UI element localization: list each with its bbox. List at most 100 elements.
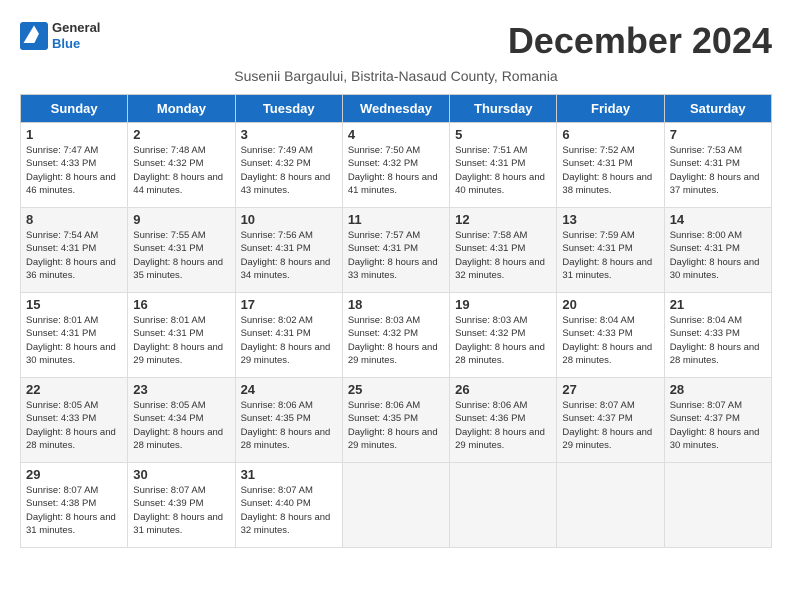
calendar-cell-22: 22 Sunrise: 8:05 AM Sunset: 4:33 PM Dayl… bbox=[21, 378, 128, 463]
day-number: 12 bbox=[455, 212, 551, 227]
day-info: Sunrise: 7:59 AM Sunset: 4:31 PM Dayligh… bbox=[562, 229, 658, 282]
week-row-3: 15 Sunrise: 8:01 AM Sunset: 4:31 PM Dayl… bbox=[21, 293, 772, 378]
day-number: 21 bbox=[670, 297, 766, 312]
day-info: Sunrise: 7:52 AM Sunset: 4:31 PM Dayligh… bbox=[562, 144, 658, 197]
day-number: 28 bbox=[670, 382, 766, 397]
day-number: 23 bbox=[133, 382, 229, 397]
header-tuesday: Tuesday bbox=[235, 95, 342, 123]
logo-icon bbox=[20, 22, 48, 50]
calendar-cell-19: 19 Sunrise: 8:03 AM Sunset: 4:32 PM Dayl… bbox=[450, 293, 557, 378]
logo-text: General Blue bbox=[52, 20, 100, 51]
calendar-cell-25: 25 Sunrise: 8:06 AM Sunset: 4:35 PM Dayl… bbox=[342, 378, 449, 463]
day-number: 24 bbox=[241, 382, 337, 397]
day-number: 19 bbox=[455, 297, 551, 312]
day-number: 6 bbox=[562, 127, 658, 142]
month-title: December 2024 bbox=[508, 20, 772, 62]
day-number: 27 bbox=[562, 382, 658, 397]
day-info: Sunrise: 8:06 AM Sunset: 4:35 PM Dayligh… bbox=[348, 399, 444, 452]
calendar-cell-empty bbox=[450, 463, 557, 548]
day-info: Sunrise: 8:01 AM Sunset: 4:31 PM Dayligh… bbox=[26, 314, 122, 367]
day-info: Sunrise: 8:05 AM Sunset: 4:34 PM Dayligh… bbox=[133, 399, 229, 452]
calendar-cell-9: 9 Sunrise: 7:55 AM Sunset: 4:31 PM Dayli… bbox=[128, 208, 235, 293]
calendar-cell-2: 2 Sunrise: 7:48 AM Sunset: 4:32 PM Dayli… bbox=[128, 123, 235, 208]
day-number: 25 bbox=[348, 382, 444, 397]
day-info: Sunrise: 8:05 AM Sunset: 4:33 PM Dayligh… bbox=[26, 399, 122, 452]
day-number: 17 bbox=[241, 297, 337, 312]
calendar-cell-8: 8 Sunrise: 7:54 AM Sunset: 4:31 PM Dayli… bbox=[21, 208, 128, 293]
day-number: 1 bbox=[26, 127, 122, 142]
day-info: Sunrise: 8:03 AM Sunset: 4:32 PM Dayligh… bbox=[348, 314, 444, 367]
day-info: Sunrise: 8:06 AM Sunset: 4:36 PM Dayligh… bbox=[455, 399, 551, 452]
calendar-cell-15: 15 Sunrise: 8:01 AM Sunset: 4:31 PM Dayl… bbox=[21, 293, 128, 378]
day-info: Sunrise: 8:02 AM Sunset: 4:31 PM Dayligh… bbox=[241, 314, 337, 367]
day-info: Sunrise: 7:55 AM Sunset: 4:31 PM Dayligh… bbox=[133, 229, 229, 282]
day-number: 11 bbox=[348, 212, 444, 227]
day-number: 16 bbox=[133, 297, 229, 312]
calendar-cell-23: 23 Sunrise: 8:05 AM Sunset: 4:34 PM Dayl… bbox=[128, 378, 235, 463]
calendar-cell-21: 21 Sunrise: 8:04 AM Sunset: 4:33 PM Dayl… bbox=[664, 293, 771, 378]
day-info: Sunrise: 7:58 AM Sunset: 4:31 PM Dayligh… bbox=[455, 229, 551, 282]
week-row-1: 1 Sunrise: 7:47 AM Sunset: 4:33 PM Dayli… bbox=[21, 123, 772, 208]
calendar-cell-16: 16 Sunrise: 8:01 AM Sunset: 4:31 PM Dayl… bbox=[128, 293, 235, 378]
day-info: Sunrise: 8:01 AM Sunset: 4:31 PM Dayligh… bbox=[133, 314, 229, 367]
day-info: Sunrise: 8:04 AM Sunset: 4:33 PM Dayligh… bbox=[670, 314, 766, 367]
day-info: Sunrise: 7:57 AM Sunset: 4:31 PM Dayligh… bbox=[348, 229, 444, 282]
header-monday: Monday bbox=[128, 95, 235, 123]
day-number: 31 bbox=[241, 467, 337, 482]
day-number: 18 bbox=[348, 297, 444, 312]
calendar-cell-12: 12 Sunrise: 7:58 AM Sunset: 4:31 PM Dayl… bbox=[450, 208, 557, 293]
calendar-cell-14: 14 Sunrise: 8:00 AM Sunset: 4:31 PM Dayl… bbox=[664, 208, 771, 293]
calendar-cell-24: 24 Sunrise: 8:06 AM Sunset: 4:35 PM Dayl… bbox=[235, 378, 342, 463]
calendar-cell-18: 18 Sunrise: 8:03 AM Sunset: 4:32 PM Dayl… bbox=[342, 293, 449, 378]
day-info: Sunrise: 7:56 AM Sunset: 4:31 PM Dayligh… bbox=[241, 229, 337, 282]
title-section: December 2024 bbox=[508, 20, 772, 62]
day-info: Sunrise: 8:07 AM Sunset: 4:40 PM Dayligh… bbox=[241, 484, 337, 537]
calendar-cell-27: 27 Sunrise: 8:07 AM Sunset: 4:37 PM Dayl… bbox=[557, 378, 664, 463]
calendar-cell-17: 17 Sunrise: 8:02 AM Sunset: 4:31 PM Dayl… bbox=[235, 293, 342, 378]
day-number: 7 bbox=[670, 127, 766, 142]
calendar-cell-29: 29 Sunrise: 8:07 AM Sunset: 4:38 PM Dayl… bbox=[21, 463, 128, 548]
day-info: Sunrise: 8:07 AM Sunset: 4:38 PM Dayligh… bbox=[26, 484, 122, 537]
header-wednesday: Wednesday bbox=[342, 95, 449, 123]
day-number: 2 bbox=[133, 127, 229, 142]
calendar-cell-empty bbox=[664, 463, 771, 548]
logo: General Blue bbox=[20, 20, 100, 51]
header-thursday: Thursday bbox=[450, 95, 557, 123]
week-row-5: 29 Sunrise: 8:07 AM Sunset: 4:38 PM Dayl… bbox=[21, 463, 772, 548]
calendar-cell-11: 11 Sunrise: 7:57 AM Sunset: 4:31 PM Dayl… bbox=[342, 208, 449, 293]
header-friday: Friday bbox=[557, 95, 664, 123]
calendar-cell-31: 31 Sunrise: 8:07 AM Sunset: 4:40 PM Dayl… bbox=[235, 463, 342, 548]
day-number: 14 bbox=[670, 212, 766, 227]
day-info: Sunrise: 7:47 AM Sunset: 4:33 PM Dayligh… bbox=[26, 144, 122, 197]
day-info: Sunrise: 8:07 AM Sunset: 4:39 PM Dayligh… bbox=[133, 484, 229, 537]
calendar-cell-10: 10 Sunrise: 7:56 AM Sunset: 4:31 PM Dayl… bbox=[235, 208, 342, 293]
calendar-cell-1: 1 Sunrise: 7:47 AM Sunset: 4:33 PM Dayli… bbox=[21, 123, 128, 208]
calendar-header-row: Sunday Monday Tuesday Wednesday Thursday… bbox=[21, 95, 772, 123]
day-number: 26 bbox=[455, 382, 551, 397]
calendar-cell-empty bbox=[557, 463, 664, 548]
day-number: 29 bbox=[26, 467, 122, 482]
page-header: General Blue December 2024 bbox=[20, 20, 772, 62]
calendar-cell-3: 3 Sunrise: 7:49 AM Sunset: 4:32 PM Dayli… bbox=[235, 123, 342, 208]
calendar-cell-26: 26 Sunrise: 8:06 AM Sunset: 4:36 PM Dayl… bbox=[450, 378, 557, 463]
day-number: 4 bbox=[348, 127, 444, 142]
day-number: 8 bbox=[26, 212, 122, 227]
week-row-2: 8 Sunrise: 7:54 AM Sunset: 4:31 PM Dayli… bbox=[21, 208, 772, 293]
calendar-cell-28: 28 Sunrise: 8:07 AM Sunset: 4:37 PM Dayl… bbox=[664, 378, 771, 463]
day-info: Sunrise: 7:54 AM Sunset: 4:31 PM Dayligh… bbox=[26, 229, 122, 282]
day-number: 13 bbox=[562, 212, 658, 227]
day-number: 9 bbox=[133, 212, 229, 227]
day-info: Sunrise: 8:07 AM Sunset: 4:37 PM Dayligh… bbox=[562, 399, 658, 452]
day-number: 15 bbox=[26, 297, 122, 312]
day-info: Sunrise: 8:00 AM Sunset: 4:31 PM Dayligh… bbox=[670, 229, 766, 282]
day-info: Sunrise: 8:03 AM Sunset: 4:32 PM Dayligh… bbox=[455, 314, 551, 367]
header-saturday: Saturday bbox=[664, 95, 771, 123]
calendar-cell-7: 7 Sunrise: 7:53 AM Sunset: 4:31 PM Dayli… bbox=[664, 123, 771, 208]
calendar-cell-4: 4 Sunrise: 7:50 AM Sunset: 4:32 PM Dayli… bbox=[342, 123, 449, 208]
calendar-table: Sunday Monday Tuesday Wednesday Thursday… bbox=[20, 94, 772, 548]
day-number: 22 bbox=[26, 382, 122, 397]
header-sunday: Sunday bbox=[21, 95, 128, 123]
day-info: Sunrise: 7:49 AM Sunset: 4:32 PM Dayligh… bbox=[241, 144, 337, 197]
calendar-cell-13: 13 Sunrise: 7:59 AM Sunset: 4:31 PM Dayl… bbox=[557, 208, 664, 293]
week-row-4: 22 Sunrise: 8:05 AM Sunset: 4:33 PM Dayl… bbox=[21, 378, 772, 463]
